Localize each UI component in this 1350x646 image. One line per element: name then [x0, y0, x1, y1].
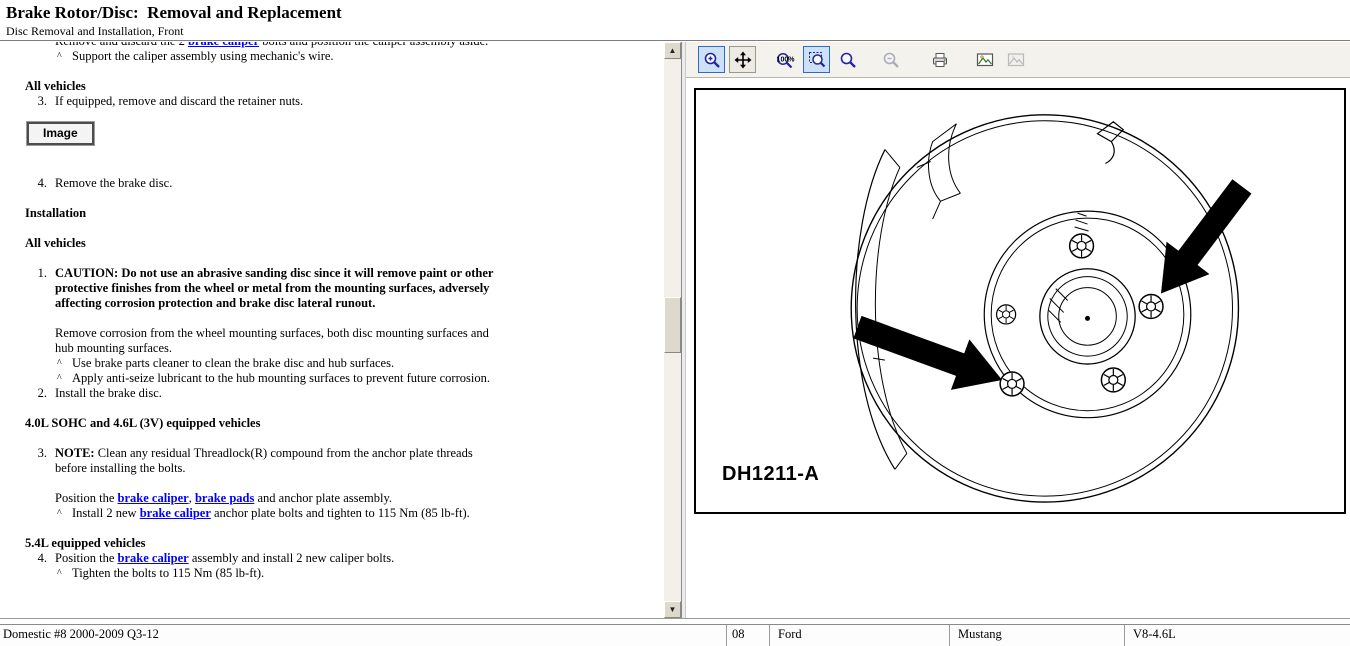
zoom-in-icon[interactable] — [698, 46, 725, 73]
callout-arrow-left — [853, 316, 1002, 390]
brake-pads-link[interactable]: brake pads — [195, 491, 254, 505]
zoom-region-icon[interactable] — [834, 46, 861, 73]
scroll-thumb[interactable] — [664, 297, 681, 353]
list-number — [25, 42, 47, 49]
step-4: 4. Remove the brake disc. — [25, 176, 530, 191]
note-label: NOTE: — [55, 446, 95, 460]
image-copy-icon — [1002, 46, 1029, 73]
step-text: bolts and position the caliper assembly … — [259, 42, 488, 48]
list-number: 3. — [25, 446, 47, 476]
heading-installation: Installation — [25, 206, 664, 221]
step-text: Position the — [55, 551, 118, 565]
step-text: If equipped, remove and discard the reta… — [55, 94, 505, 109]
brake-caliper-link[interactable]: brake caliper — [188, 42, 259, 48]
status-make: Ford — [770, 625, 950, 646]
list-number: 2. — [25, 386, 47, 401]
bottom-separator — [0, 618, 1350, 620]
figure-id-label: DH1211-A — [722, 463, 819, 486]
paragraph: Remove corrosion from the wheel mounting… — [55, 326, 505, 356]
sub-bullet-text: anchor plate bolts and tighten to 115 Nm… — [211, 506, 470, 520]
step-text: Install the brake disc. — [55, 386, 505, 401]
image-button[interactable]: Image — [27, 122, 94, 145]
status-engine: V8-4.6L — [1125, 625, 1350, 646]
step-text: and anchor plate assembly. — [254, 491, 392, 505]
step-text: Remove and discard the 2 — [55, 42, 188, 48]
sub-bullet: ^ Tighten the bolts to 115 Nm (85 lb-ft)… — [57, 566, 532, 581]
install-step-2: 2. Install the brake disc. — [25, 386, 530, 401]
zoom-100-icon[interactable]: 100% — [772, 46, 799, 73]
page-subtitle: Disc Removal and Installation, Front — [0, 23, 1350, 39]
procedure-text-pane[interactable]: Remove and discard the 2 brake caliper b… — [0, 42, 664, 618]
print-icon[interactable] — [926, 46, 953, 73]
document-header: Brake Rotor/Disc: Removal and Replacemen… — [0, 0, 1350, 41]
brake-caliper-link[interactable]: brake caliper — [140, 506, 211, 520]
step-continuation: Remove and discard the 2 brake caliper b… — [25, 42, 530, 49]
sub-bullet-text: Support the caliper assembly using mecha… — [72, 49, 502, 64]
fit-window-icon[interactable] — [803, 46, 830, 73]
image-toolbar: 100% — [686, 42, 1350, 78]
brake-caliper-link[interactable]: brake caliper — [118, 491, 189, 505]
figure-viewport[interactable]: DH1211-A — [694, 88, 1346, 514]
note-text: Clean any residual Threadlock(R) compoun… — [55, 446, 473, 475]
heading-40l-46l: 4.0L SOHC and 4.6L (3V) equipped vehicle… — [25, 416, 664, 431]
brake-rotor-diagram — [696, 90, 1344, 512]
status-database: Domestic #8 2000-2009 Q3-12 — [0, 625, 727, 646]
install-step-4: 4. Position the brake caliper assembly a… — [25, 551, 530, 566]
list-number: 1. — [25, 266, 47, 311]
step-text: assembly and install 2 new caliper bolts… — [189, 551, 395, 565]
sub-bullet: ^ Support the caliper assembly using mec… — [57, 49, 532, 64]
caution-text: CAUTION: Do not use an abrasive sanding … — [55, 266, 505, 311]
brake-caliper-link[interactable]: brake caliper — [118, 551, 189, 565]
bullet-caret: ^ — [57, 506, 66, 521]
heading-54l: 5.4L equipped vehicles — [25, 536, 664, 551]
sub-bullet-text: Install 2 new — [72, 506, 140, 520]
heading-all-vehicles-2: All vehicles — [25, 236, 664, 251]
heading-all-vehicles: All vehicles — [25, 79, 664, 94]
zoom-100-label: 100% — [776, 56, 795, 63]
paragraph: Position the brake caliper, brake pads a… — [55, 491, 505, 506]
list-number: 4. — [25, 176, 47, 191]
status-bar: Domestic #8 2000-2009 Q3-12 08 Ford Must… — [0, 624, 1350, 646]
status-year: 08 — [727, 625, 770, 646]
zoom-out-icon — [877, 46, 904, 73]
list-number: 3. — [25, 94, 47, 109]
bullet-caret: ^ — [57, 49, 66, 64]
sub-bullet-text: Apply anti-seize lubricant to the hub mo… — [72, 371, 502, 386]
pan-icon[interactable] — [729, 46, 756, 73]
bullet-caret: ^ — [57, 371, 66, 386]
left-pane-scrollbar[interactable]: ▲ ▼ — [664, 42, 681, 618]
step-text: Position the — [55, 491, 118, 505]
bullet-caret: ^ — [57, 356, 66, 371]
scroll-down-button[interactable]: ▼ — [664, 601, 681, 618]
list-number: 4. — [25, 551, 47, 566]
scroll-up-button[interactable]: ▲ — [664, 42, 681, 59]
sub-bullet-text: Tighten the bolts to 115 Nm (85 lb-ft). — [72, 566, 502, 581]
callout-arrow-right — [1161, 179, 1251, 293]
step-3: 3. If equipped, remove and discard the r… — [25, 94, 530, 109]
sub-bullet: ^ Use brake parts cleaner to clean the b… — [57, 356, 532, 371]
install-step-1: 1. CAUTION: Do not use an abrasive sandi… — [25, 266, 530, 311]
step-text: Remove the brake disc. — [55, 176, 505, 191]
install-step-3: 3. NOTE: Clean any residual Threadlock(R… — [25, 446, 530, 476]
status-model: Mustang — [950, 625, 1125, 646]
page-title: Brake Rotor/Disc: Removal and Replacemen… — [0, 0, 1350, 23]
app-window: Brake Rotor/Disc: Removal and Replacemen… — [0, 0, 1350, 646]
image-viewer-pane: 100% — [686, 42, 1350, 618]
sub-bullet: ^ Install 2 new brake caliper anchor pla… — [57, 506, 532, 521]
image-setup-icon[interactable] — [971, 46, 998, 73]
sub-bullet-text: Use brake parts cleaner to clean the bra… — [72, 356, 502, 371]
bullet-caret: ^ — [57, 566, 66, 581]
procedure-document: Remove and discard the 2 brake caliper b… — [0, 42, 664, 581]
sub-bullet: ^ Apply anti-seize lubricant to the hub … — [57, 371, 532, 386]
